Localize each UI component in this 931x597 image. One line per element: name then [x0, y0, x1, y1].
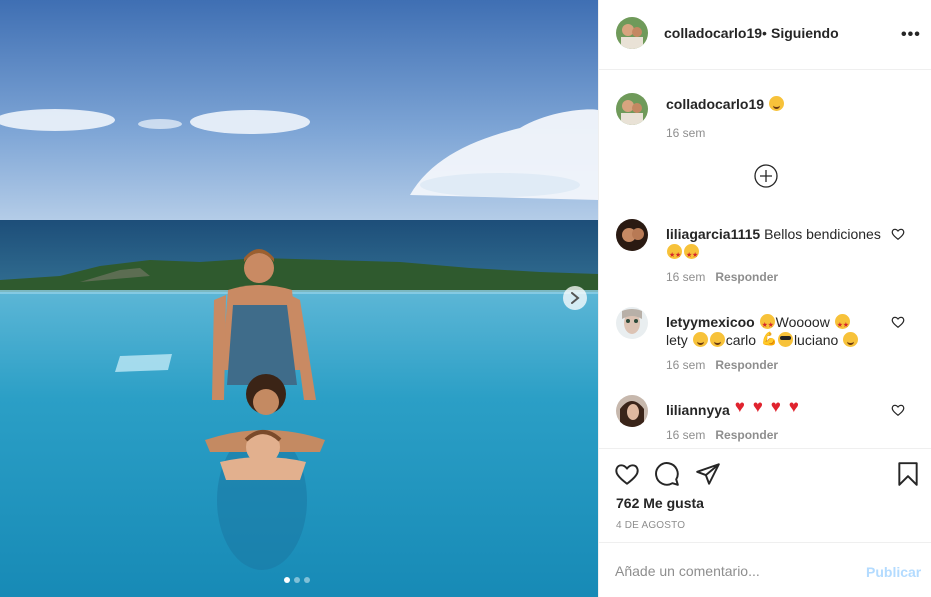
reply-button[interactable]: Responder — [715, 358, 778, 372]
comment-meta: 16 sem Responder — [666, 428, 778, 442]
caption-time: 16 sem — [666, 126, 706, 140]
comment-message: Bellos bendiciones — [764, 226, 881, 242]
carousel-indicator — [284, 577, 310, 583]
likes-count[interactable]: 762 Me gusta — [616, 495, 704, 511]
post-date: 4 DE AGOSTO — [616, 520, 686, 531]
star-struck-emoji — [759, 314, 775, 335]
red-heart-emoji — [789, 398, 805, 417]
separator-dot: • — [762, 25, 767, 41]
comment-text: liliannyya — [666, 398, 888, 419]
comment-text: letyymexicoo Woooow lety carlo luciano — [666, 313, 888, 349]
avatar[interactable] — [616, 219, 648, 251]
sunglasses-emoji — [777, 332, 793, 347]
photo-image — [0, 0, 598, 597]
comment-username[interactable]: liliannyya — [666, 402, 730, 418]
comment-username[interactable]: liliagarcia1115 — [666, 226, 760, 242]
comment-icon[interactable] — [654, 461, 680, 487]
star-struck-emoji — [667, 244, 682, 265]
avatar[interactable] — [616, 93, 648, 125]
reply-button[interactable]: Responder — [715, 270, 778, 284]
comment-text: liliagarcia1115 Bellos bendiciones — [666, 225, 888, 265]
avatar[interactable] — [616, 307, 648, 339]
post-actions: 762 Me gusta 4 DE AGOSTO — [599, 448, 931, 542]
comments-list[interactable]: colladocarlo19 16 sem liliagarcia1115 Be… — [599, 71, 931, 448]
caption-username[interactable]: colladocarlo19 — [666, 96, 764, 112]
red-heart-emoji — [735, 398, 751, 417]
heart-icon[interactable] — [891, 227, 905, 241]
carousel-dot — [284, 577, 290, 583]
grinning-emoji — [768, 96, 784, 111]
yum-emoji — [709, 332, 725, 347]
carousel-dot — [304, 577, 310, 583]
star-struck-emoji — [834, 314, 850, 335]
comment-message: carlo — [725, 332, 757, 348]
publish-button[interactable]: Publicar — [866, 564, 921, 580]
heart-icon[interactable] — [614, 461, 640, 487]
red-heart-emoji — [753, 398, 769, 417]
flexed-biceps-emoji — [761, 330, 777, 348]
comment-input[interactable] — [615, 561, 845, 581]
comment-meta: 16 sem Responder — [666, 270, 778, 284]
reply-button[interactable]: Responder — [715, 428, 778, 442]
next-arrow-icon — [571, 292, 580, 304]
smile-emoji — [692, 332, 708, 347]
comment-composer: Publicar — [599, 542, 931, 597]
comment-time: 16 sem — [666, 270, 706, 284]
heart-icon[interactable] — [891, 315, 905, 329]
heart-icon[interactable] — [891, 403, 905, 417]
comment-message: luciano — [793, 332, 839, 348]
carousel-dot — [294, 577, 300, 583]
add-circle-icon[interactable] — [754, 164, 778, 188]
post-sidebar: colladocarlo19 • Siguiendo ••• colladoca… — [598, 0, 931, 597]
red-heart-emoji — [771, 398, 787, 417]
more-options-icon[interactable]: ••• — [901, 26, 921, 44]
post-header: colladocarlo19 • Siguiendo ••• — [599, 0, 931, 70]
save-icon[interactable] — [895, 461, 921, 487]
comment-meta: 16 sem Responder — [666, 358, 778, 372]
next-arrow-button[interactable] — [563, 286, 587, 310]
post-photo[interactable] — [0, 0, 598, 597]
comment-time: 16 sem — [666, 358, 706, 372]
comment-time: 16 sem — [666, 428, 706, 442]
caption-text: colladocarlo19 — [666, 95, 888, 113]
comment-message: lety — [666, 332, 688, 348]
comment-username[interactable]: letyymexicoo — [666, 314, 755, 330]
avatar[interactable] — [616, 17, 648, 49]
rofl-emoji — [843, 332, 859, 347]
post-username[interactable]: colladocarlo19 — [664, 25, 762, 41]
avatar[interactable] — [616, 395, 648, 427]
following-button[interactable]: Siguiendo — [771, 25, 839, 41]
share-icon[interactable] — [695, 461, 721, 487]
star-struck-emoji — [684, 244, 699, 265]
comment-message: Woooow — [775, 314, 830, 330]
